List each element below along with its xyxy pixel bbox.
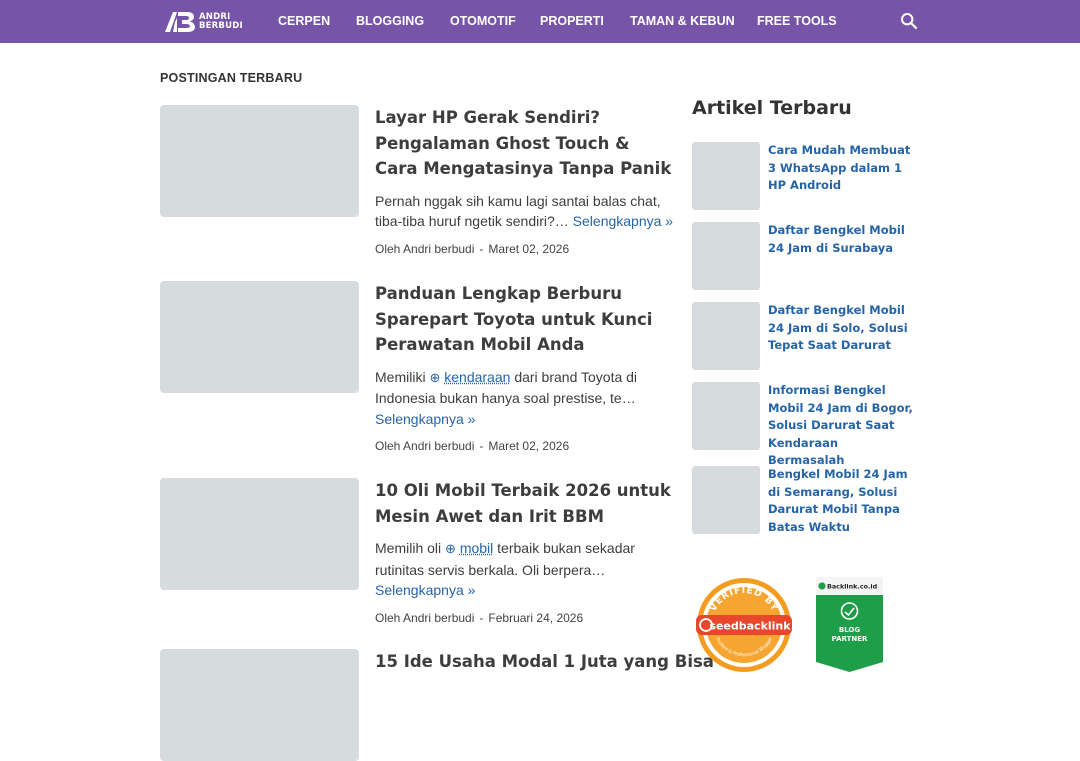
post-thumbnail[interactable] <box>160 478 359 590</box>
logo-line2: BERBUDI <box>199 21 243 31</box>
sidebar-thumbnail[interactable] <box>692 302 760 370</box>
post-body: 15 Ide Usaha Modal 1 Juta yang Bisa <box>375 649 714 675</box>
post-meta: Oleh Andri berbudi - Maret 02, 2026 <box>375 241 570 256</box>
badge-label-2: PARTNER <box>832 635 868 643</box>
backlink-logo-icon <box>818 582 826 590</box>
snippet-text: Memiliki <box>375 368 426 385</box>
keyword-link[interactable]: mobil <box>460 540 493 556</box>
post-thumbnail[interactable] <box>160 649 359 761</box>
logo-icon <box>165 12 195 32</box>
sidebar-article: Daftar Bengkel Mobil 24 Jam di Solo, Sol… <box>692 302 922 370</box>
post-snippet: Memiliki ⊕ kendaraan dari brand Toyota d… <box>375 367 675 430</box>
nav-blogging[interactable]: BLOGGING <box>356 14 424 28</box>
snippet-text: Memilih oli <box>375 540 442 556</box>
post-card: 10 Oli Mobil Terbaik 2026 untuk Mesin Aw… <box>160 478 672 638</box>
post-meta: Oleh Andri berbudi - Maret 02, 2026 <box>375 439 570 453</box>
nav-properti[interactable]: PROPERTI <box>540 14 604 28</box>
logo-text: ANDRI BERBUDI <box>199 13 243 31</box>
post-author: Oleh Andri berbudi <box>375 610 475 625</box>
post-body: 10 Oli Mobil Terbaik 2026 untuk Mesin Aw… <box>375 478 675 625</box>
post-date: Februari 24, 2026 <box>488 610 584 625</box>
sidebar-article-link[interactable]: Cara Mudah Membuat 3 WhatsApp dalam 1 HP… <box>768 142 918 195</box>
post-thumbnail[interactable] <box>160 281 359 393</box>
search-icon[interactable] <box>900 12 918 30</box>
nav-otomotif[interactable]: OTOMOTIF <box>450 14 516 28</box>
badge-brand: Backlink.co.id <box>827 583 878 591</box>
post-title[interactable]: Panduan Lengkap Berburu Sparepart Toyota… <box>375 281 675 358</box>
read-more-link[interactable]: Selengkapnya » <box>573 213 673 229</box>
keyword-link[interactable]: kendaraan <box>444 369 510 385</box>
site-logo[interactable]: ANDRI BERBUDI <box>163 9 247 35</box>
post-title[interactable]: 15 Ide Usaha Modal 1 Juta yang Bisa <box>375 649 714 675</box>
badge-name: seedbacklink <box>709 620 791 633</box>
sidebar-article-link[interactable]: Informasi Bengkel Mobil 24 Jam di Bogor,… <box>768 382 918 470</box>
post-card: Layar HP Gerak Sendiri? Pengalaman Ghost… <box>160 105 675 265</box>
post-snippet: Memilih oli ⊕ mobil terbaik bukan sekada… <box>375 538 675 601</box>
nav-cerpen[interactable]: CERPEN <box>278 14 330 28</box>
badge-label-1: BLOG <box>839 626 860 634</box>
section-title: POSTINGAN TERBARU <box>160 71 303 85</box>
post-title[interactable]: Layar HP Gerak Sendiri? Pengalaman Ghost… <box>375 105 675 182</box>
sidebar-article: Daftar Bengkel Mobil 24 Jam di Surabaya <box>692 222 922 290</box>
sidebar-thumbnail[interactable] <box>692 382 760 450</box>
post-date: Maret 02, 2026 <box>488 241 570 256</box>
sidebar-thumbnail[interactable] <box>692 466 760 534</box>
plus-circle-icon: ⊕ <box>445 541 456 556</box>
read-more-link[interactable]: Selengkapnya » <box>375 411 475 427</box>
nav-taman-kebun[interactable]: TAMAN & KEBUN <box>630 14 735 28</box>
sidebar-thumbnail[interactable] <box>692 142 760 210</box>
nav-free-tools[interactable]: FREE TOOLS <box>757 14 837 28</box>
plus-circle-icon: ⊕ <box>429 369 441 385</box>
sidebar-article-link[interactable]: Daftar Bengkel Mobil 24 Jam di Surabaya <box>768 222 918 257</box>
post-title[interactable]: 10 Oli Mobil Terbaik 2026 untuk Mesin Aw… <box>375 478 675 529</box>
post-body: Panduan Lengkap Berburu Sparepart Toyota… <box>375 281 675 453</box>
sidebar-article: Bengkel Mobil 24 Jam di Semarang, Solusi… <box>692 466 922 534</box>
sidebar-article-link[interactable]: Daftar Bengkel Mobil 24 Jam di Solo, Sol… <box>768 302 918 355</box>
post-meta: Oleh Andri berbudi - Februari 24, 2026 <box>375 610 584 625</box>
post-author: Oleh Andri berbudi <box>375 439 475 453</box>
backlink-partner-badge[interactable]: Backlink.co.id BLOG PARTNER <box>816 577 883 672</box>
post-card: 15 Ide Usaha Modal 1 Juta yang Bisa <box>160 649 714 761</box>
sidebar-article: Informasi Bengkel Mobil 24 Jam di Bogor,… <box>692 382 922 467</box>
sidebar-article-link[interactable]: Bengkel Mobil 24 Jam di Semarang, Solusi… <box>768 466 918 536</box>
post-snippet: Pernah nggak sih kamu lagi santai balas … <box>375 191 675 232</box>
seedbacklink-badge[interactable]: VERIFIED BY seedbacklink Trusted & Profe… <box>694 577 794 675</box>
top-navbar: ANDRI BERBUDI CERPEN BLOGGING OTOMOTIF P… <box>0 0 1080 43</box>
post-date: Maret 02, 2026 <box>488 439 570 453</box>
read-more-link[interactable]: Selengkapnya » <box>375 582 475 598</box>
post-card: Panduan Lengkap Berburu Sparepart Toyota… <box>160 281 672 461</box>
post-body: Layar HP Gerak Sendiri? Pengalaman Ghost… <box>375 105 675 256</box>
sidebar-article: Cara Mudah Membuat 3 WhatsApp dalam 1 HP… <box>692 142 922 210</box>
sidebar-title: Artikel Terbaru <box>692 97 852 119</box>
sidebar-thumbnail[interactable] <box>692 222 760 290</box>
post-thumbnail[interactable] <box>160 105 359 217</box>
post-author: Oleh Andri berbudi <box>375 241 475 256</box>
